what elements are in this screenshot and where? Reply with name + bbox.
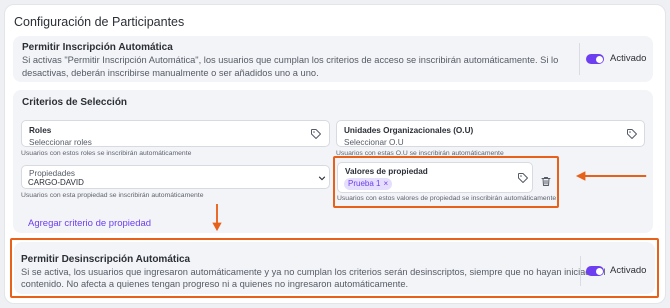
- property-value-chip[interactable]: Prueba 1 ×: [344, 178, 393, 190]
- tag-icon: [518, 173, 528, 183]
- chip-remove-icon[interactable]: ×: [383, 178, 388, 190]
- property-values-label: Valores de propiedad: [345, 167, 428, 176]
- trash-icon[interactable]: [540, 175, 552, 188]
- divider: [579, 43, 580, 75]
- page-title: Configuración de Participantes: [14, 15, 185, 29]
- roles-hint: Usuarios con estos roles se inscribirán …: [21, 150, 192, 157]
- auto-enroll-toggle-label: Activado: [610, 53, 647, 64]
- tag-icon: [627, 129, 637, 139]
- divider: [580, 256, 581, 286]
- properties-value: CARGO-DAVID: [28, 178, 84, 187]
- auto-enroll-toggle[interactable]: [586, 54, 604, 64]
- roles-label: Roles: [29, 126, 52, 135]
- auto-enroll-description: Si activas "Permitir Inscripción Automát…: [22, 55, 559, 78]
- add-criterion-link[interactable]: Agregar criterio de propiedad: [28, 218, 151, 229]
- org-units-select[interactable]: Unidades Organizacionales (O.U) Seleccio…: [336, 120, 645, 147]
- auto-enroll-title: Permitir Inscripción Automática: [22, 42, 173, 53]
- criteria-title: Criterios de Selección: [22, 97, 128, 108]
- chip-label: Prueba 1: [348, 179, 381, 188]
- auto-unenroll-title: Permitir Desinscripción Automática: [21, 254, 191, 265]
- property-values-hint: Usuarios con estos valores de propiedad …: [337, 195, 557, 202]
- arrow-left-annotation: [575, 171, 647, 181]
- tag-icon: [311, 129, 321, 139]
- auto-unenroll-toggle[interactable]: [586, 266, 604, 276]
- properties-hint: Usuarios con esta propiedad se inscribir…: [21, 192, 204, 199]
- property-values-input[interactable]: Valores de propiedad Prueba 1 ×: [337, 162, 533, 193]
- org-units-placeholder: Seleccionar O.U: [344, 138, 404, 147]
- arrow-down-annotation: [212, 204, 222, 232]
- properties-label: Propiedades: [29, 169, 75, 178]
- roles-select[interactable]: Roles Seleccionar roles: [21, 120, 330, 147]
- roles-placeholder: Seleccionar roles: [29, 138, 92, 147]
- properties-select[interactable]: Propiedades CARGO-DAVID: [21, 165, 330, 189]
- org-units-label: Unidades Organizacionales (O.U): [344, 126, 474, 135]
- chevron-down-icon: [318, 176, 326, 181]
- auto-unenroll-description-line2: contenido. No afecta a quienes tengan pr…: [21, 279, 409, 289]
- auto-unenroll-toggle-label: Activado: [610, 265, 647, 276]
